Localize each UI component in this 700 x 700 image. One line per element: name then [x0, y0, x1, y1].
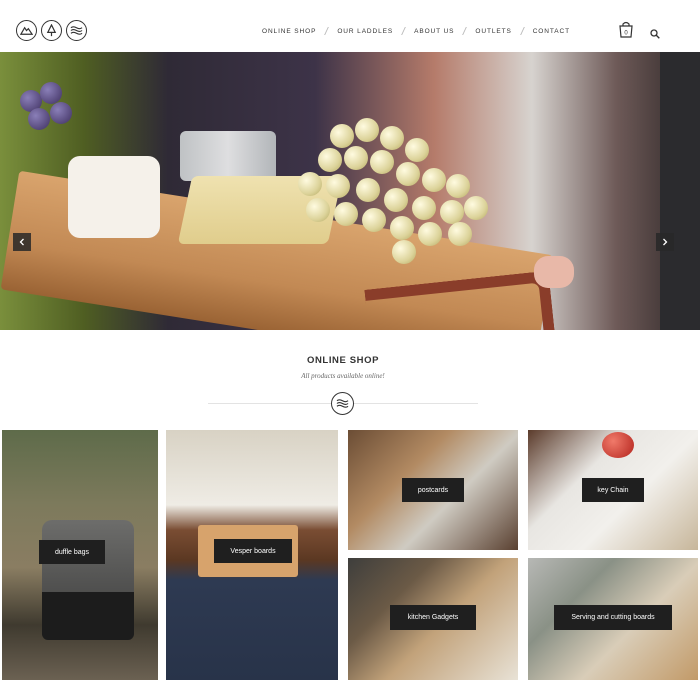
- product-tile-duffle-bags[interactable]: duffle bags: [2, 430, 158, 680]
- hero-grape: [464, 196, 488, 220]
- duffle-bag-image: [42, 520, 134, 640]
- product-label: postcards: [402, 478, 464, 502]
- nav-separator: [462, 27, 468, 35]
- hero-grape: [448, 222, 472, 246]
- nav-contact[interactable]: CONTACT: [533, 28, 570, 35]
- waves-icon: [331, 392, 354, 415]
- product-tile-vesper-boards[interactable]: Vesper boards: [166, 430, 338, 680]
- cart-count: 0: [624, 31, 628, 37]
- main-nav: ONLINE SHOP OUR LADDLES ABOUT US OUTLETS…: [262, 27, 570, 35]
- product-tile-key-chain[interactable]: key Chain: [528, 430, 698, 550]
- product-tile-postcards[interactable]: postcards: [348, 430, 518, 550]
- section-title: ONLINE SHOP: [306, 355, 380, 366]
- hero-grape: [412, 196, 436, 220]
- nav-separator: [401, 27, 406, 35]
- hero-grape: [330, 124, 354, 148]
- hero-grape: [326, 174, 350, 198]
- hero-grape: [390, 216, 414, 240]
- product-label: kitchen Gadgets: [390, 605, 476, 630]
- product-tile-kitchen-gadgets[interactable]: kitchen Gadgets: [348, 558, 518, 680]
- hero-grape: [392, 240, 416, 264]
- hero-grape: [362, 208, 386, 232]
- hero-plum: [28, 108, 50, 130]
- hero-grape: [306, 198, 330, 222]
- brand-logo[interactable]: [16, 20, 87, 41]
- nav-online-shop[interactable]: ONLINE SHOP: [262, 28, 316, 35]
- nav-about-us[interactable]: ABOUT US: [414, 28, 454, 35]
- hero-grape: [298, 172, 322, 196]
- slider-prev-button[interactable]: [13, 233, 31, 251]
- hero-slider[interactable]: [0, 52, 700, 330]
- nav-separator: [519, 27, 525, 35]
- hero-goat-cheese: [68, 156, 160, 238]
- hero-grape: [380, 126, 404, 150]
- slider-next-button[interactable]: [656, 233, 674, 251]
- hero-grape: [405, 138, 429, 162]
- mountain-icon: [16, 20, 37, 41]
- hero-grape: [440, 200, 464, 224]
- product-label: duffle bags: [39, 540, 105, 564]
- hero-jar-image: [180, 131, 276, 181]
- nav-our-laddles[interactable]: OUR LADDLES: [337, 28, 393, 35]
- hero-edge: [660, 52, 700, 330]
- nav-separator: [324, 27, 330, 35]
- hero-grape: [446, 174, 470, 198]
- tree-icon: [41, 20, 62, 41]
- search-icon[interactable]: [650, 26, 660, 39]
- hero-grape: [396, 162, 420, 186]
- hero-grape: [318, 148, 342, 172]
- hero-grape: [334, 202, 358, 226]
- hero-grape: [422, 168, 446, 192]
- chevron-right-icon: [663, 238, 668, 246]
- hero-hand: [534, 256, 574, 288]
- hero-plum: [50, 102, 72, 124]
- apple-image: [602, 432, 634, 458]
- waves-icon: [66, 20, 87, 41]
- hero-plum: [40, 82, 62, 104]
- chevron-left-icon: [19, 238, 24, 246]
- section-subtitle: All products available online!: [301, 372, 385, 380]
- site-header: ONLINE SHOP OUR LADDLES ABOUT US OUTLETS…: [0, 0, 700, 52]
- product-label: key Chain: [582, 478, 644, 502]
- hero-grape: [418, 222, 442, 246]
- hero-grape: [370, 150, 394, 174]
- hero-grape: [356, 178, 380, 202]
- hero-grape: [355, 118, 379, 142]
- hero-grape: [384, 188, 408, 212]
- product-label: Vesper boards: [214, 539, 292, 563]
- product-label: Serving and cutting boards: [554, 605, 672, 630]
- product-tile-serving-boards[interactable]: Serving and cutting boards: [528, 558, 698, 680]
- nav-outlets[interactable]: OUTLETS: [475, 28, 511, 35]
- hero-grape: [344, 146, 368, 170]
- shopping-bag-icon[interactable]: 0: [618, 21, 634, 38]
